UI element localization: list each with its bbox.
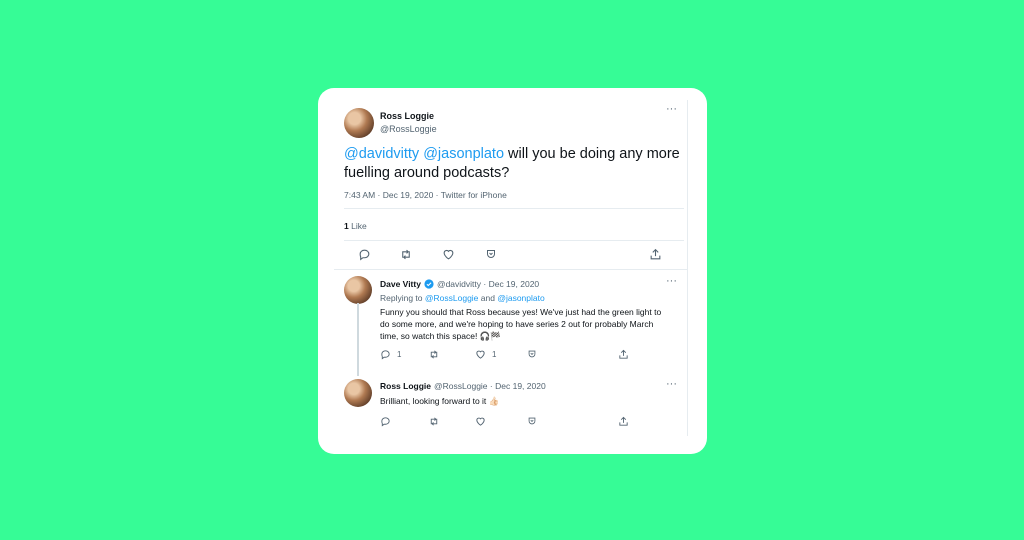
tweet-card: Ross Loggie @RossLoggie ··· @davidvitty …	[318, 88, 707, 454]
scrollbar-track	[687, 100, 688, 436]
mention-link[interactable]: @RossLoggie	[425, 293, 479, 303]
mention-link[interactable]: @jasonplato	[423, 146, 504, 162]
avatar[interactable]	[344, 379, 372, 407]
retweet-button[interactable]	[428, 349, 440, 360]
share-icon	[619, 416, 628, 426]
like-icon	[476, 350, 485, 359]
bookmark-button[interactable]	[527, 416, 537, 426]
author-handle[interactable]: @RossLoggie	[434, 381, 488, 391]
author-handle[interactable]: @davidvitty	[437, 279, 481, 289]
thread-line	[357, 303, 359, 376]
bookmark-icon	[487, 250, 495, 258]
retweet-button[interactable]	[428, 416, 440, 427]
like-icon	[476, 417, 485, 426]
retweet-icon	[430, 350, 438, 359]
bookmark-button[interactable]	[527, 349, 537, 359]
avatar[interactable]	[344, 276, 372, 304]
reply-icon	[359, 249, 370, 261]
like-icon	[443, 249, 454, 260]
author-handle[interactable]: @RossLoggie	[380, 124, 437, 134]
verified-icon	[424, 279, 434, 289]
like-count: 1	[492, 350, 497, 359]
tweet-meta[interactable]: 7:43 AM · Dec 19, 2020 · Twitter for iPh…	[344, 190, 507, 200]
reply-text: Funny you should that Ross because yes! …	[380, 307, 662, 341]
like-button[interactable]: 1	[475, 349, 496, 360]
likes-count[interactable]: 1 Like	[344, 221, 367, 231]
reply-button[interactable]: 1	[380, 349, 401, 360]
reply-button[interactable]	[380, 416, 391, 427]
bookmark-icon	[528, 350, 536, 358]
author-name[interactable]: Dave Vitty	[380, 279, 421, 289]
retweet-icon	[430, 417, 438, 426]
tweet-date[interactable]: Dec 19, 2020	[495, 381, 546, 391]
author-name[interactable]: Ross Loggie	[380, 111, 434, 121]
mention-link[interactable]: @davidvitty	[344, 146, 419, 162]
retweet-icon	[402, 249, 410, 260]
tweet-text: @davidvitty @jasonplato will you be doin…	[344, 145, 684, 183]
reply-icon	[381, 417, 390, 427]
avatar[interactable]	[344, 108, 374, 138]
reply-icon	[381, 350, 390, 360]
reply-header: Ross Loggie @RossLoggie · Dec 19, 2020	[380, 381, 546, 391]
share-icon	[619, 349, 628, 359]
like-button[interactable]	[442, 248, 455, 261]
more-icon[interactable]: ···	[666, 104, 677, 115]
share-button[interactable]	[618, 416, 629, 427]
bookmark-button[interactable]	[485, 248, 497, 260]
share-button[interactable]	[649, 248, 662, 261]
more-icon[interactable]: ···	[666, 276, 677, 287]
mention-link[interactable]: @jasonplato	[497, 293, 544, 303]
like-button[interactable]	[475, 416, 486, 427]
divider	[344, 208, 684, 209]
reply-header: Dave Vitty @davidvitty · Dec 19, 2020	[380, 279, 540, 289]
divider	[344, 240, 684, 241]
divider	[334, 269, 688, 270]
bookmark-icon	[528, 417, 536, 425]
reply-count: 1	[397, 350, 402, 359]
reply-text: Brilliant, looking forward to it 👍🏻	[380, 396, 500, 406]
tweet-date[interactable]: Dec 19, 2020	[489, 279, 540, 289]
author-name[interactable]: Ross Loggie	[380, 381, 431, 391]
share-button[interactable]	[618, 349, 629, 360]
reply-button[interactable]	[358, 248, 371, 261]
replying-to: Replying to @RossLoggie and @jasonplato	[380, 293, 545, 303]
more-icon[interactable]: ···	[666, 379, 677, 390]
retweet-button[interactable]	[399, 248, 413, 261]
share-icon	[650, 248, 661, 260]
